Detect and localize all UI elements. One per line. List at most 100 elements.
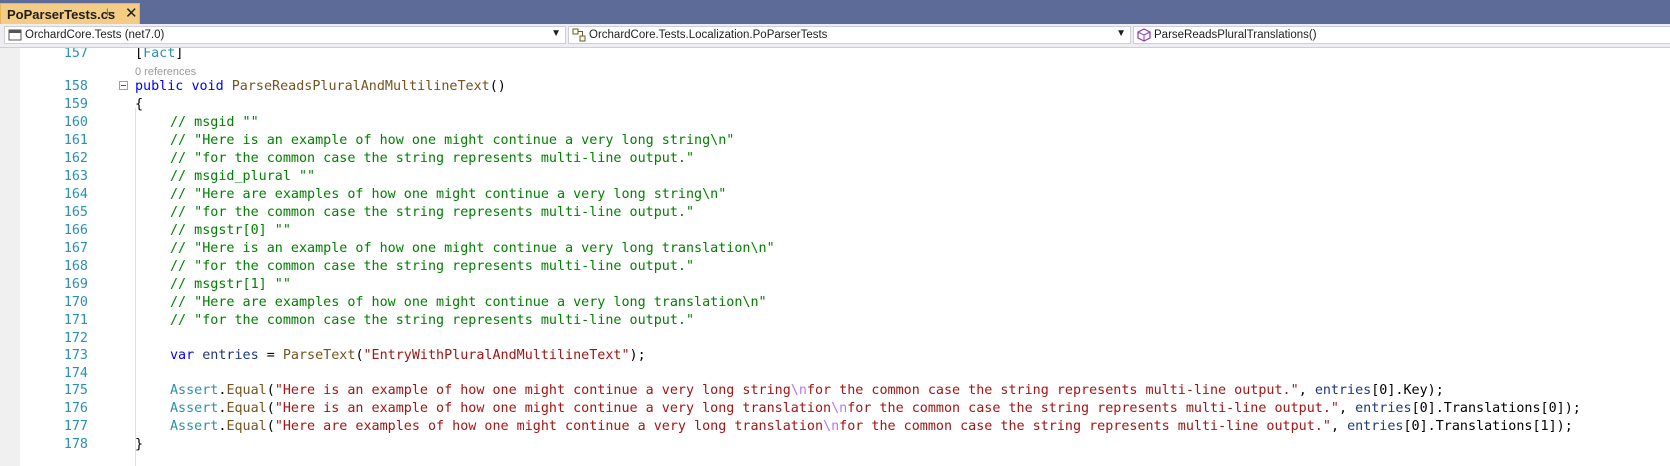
code-line-175: 175 Assert.Equal("Here is an example of … bbox=[0, 383, 1670, 402]
code-line-158: 158 public void ParseReadsPluralAndMulti… bbox=[0, 79, 1670, 98]
method-name: ParseReadsPluralAndMultilineText bbox=[231, 79, 490, 94]
line-number: 172 bbox=[63, 331, 88, 346]
code-line-168: 168 // "for the common case the string r… bbox=[0, 259, 1670, 278]
code-line-164: 164 // "Here are examples of how one mig… bbox=[0, 187, 1670, 206]
code-line-159: 159 { bbox=[0, 97, 1670, 116]
line-number: 169 bbox=[63, 277, 88, 292]
line-number: 178 bbox=[63, 437, 88, 452]
codelens-references[interactable]: 0 references bbox=[135, 66, 196, 78]
member-dropdown[interactable]: ParseReadsPluralTranslations() bbox=[1133, 26, 1670, 44]
punctuation: , bbox=[1330, 419, 1348, 434]
punctuation: , bbox=[1339, 401, 1356, 416]
chevron-down-icon: ▼ bbox=[1116, 28, 1126, 39]
method-name: Equal bbox=[226, 419, 267, 434]
code-line-170: 170 // "Here are examples of how one mig… bbox=[0, 295, 1670, 314]
line-number: 174 bbox=[63, 366, 88, 381]
attribute-name: Fact bbox=[143, 48, 176, 61]
collapse-toggle-icon[interactable] bbox=[119, 81, 128, 90]
variable: entries bbox=[1314, 383, 1372, 398]
comment: // "for the common case the string repre… bbox=[170, 313, 695, 328]
type-dropdown[interactable]: OrchardCore.Tests.Localization.PoParserT… bbox=[568, 26, 1131, 44]
open-brace: { bbox=[135, 97, 144, 112]
line-number: 175 bbox=[63, 383, 88, 398]
code-line-165: 165 // "for the common case the string r… bbox=[0, 205, 1670, 224]
variable: entries bbox=[202, 348, 259, 363]
project-label: OrchardCore.Tests (net7.0) bbox=[25, 29, 165, 41]
code-line-162: 162 // "for the common case the string r… bbox=[0, 151, 1670, 170]
string-literal: "EntryWithPluralAndMultilineText" bbox=[363, 348, 630, 363]
punctuation: ( bbox=[266, 401, 275, 416]
type-label: OrchardCore.Tests.Localization.PoParserT… bbox=[589, 29, 828, 41]
escape-sequence: \n bbox=[823, 419, 840, 434]
tab-title: PoParserTests.cs bbox=[7, 7, 116, 22]
csharp-project-icon bbox=[8, 29, 22, 41]
line-number: 158 bbox=[63, 79, 88, 94]
line-number: 167 bbox=[63, 241, 88, 256]
line-number: 176 bbox=[63, 401, 88, 416]
code-editor[interactable]: 157 [Fact] 0 references 158 public void … bbox=[0, 48, 1670, 466]
keyword: void bbox=[191, 79, 224, 94]
code-line-161: 161 // "Here is an example of how one mi… bbox=[0, 133, 1670, 152]
punctuation: ( bbox=[355, 348, 364, 363]
comment: // msgid_plural "" bbox=[170, 169, 316, 184]
close-brace: } bbox=[135, 437, 144, 452]
line-number: 157 bbox=[63, 48, 88, 61]
comment: // "Here are examples of how one might c… bbox=[170, 295, 767, 310]
comment: // "for the common case the string repre… bbox=[170, 205, 695, 220]
line-number: 159 bbox=[63, 97, 88, 112]
string-literal: for the common case the string represent… bbox=[839, 419, 1331, 434]
document-tab-poparsertests[interactable]: PoParserTests.cs ⊢ ✕ bbox=[0, 3, 140, 24]
comment: // "for the common case the string repre… bbox=[170, 151, 695, 166]
code-line-166: 166 // msgstr[0] "" bbox=[0, 223, 1670, 242]
punctuation: ( bbox=[266, 383, 275, 398]
keyword: var bbox=[170, 348, 195, 363]
line-number: 170 bbox=[63, 295, 88, 310]
code-line-171: 171 // "for the common case the string r… bbox=[0, 313, 1670, 332]
type-name: Assert bbox=[170, 419, 219, 434]
punctuation: [0].Translations[0]); bbox=[1411, 401, 1581, 416]
comment: // "for the common case the string repre… bbox=[170, 259, 695, 274]
punctuation: ( bbox=[266, 419, 275, 434]
code-line-173: 173 var entries = ParseText("EntryWithPl… bbox=[0, 348, 1670, 367]
method-name: ParseText bbox=[282, 348, 356, 363]
code-line-167: 167 // "Here is an example of how one mi… bbox=[0, 241, 1670, 260]
punctuation: [0].Key); bbox=[1371, 383, 1444, 398]
variable: entries bbox=[1347, 419, 1404, 434]
code-line-178: 178 } bbox=[0, 437, 1670, 456]
comment: // "Here is an example of how one might … bbox=[170, 133, 735, 148]
line-number: 162 bbox=[63, 151, 88, 166]
punctuation: ); bbox=[629, 348, 646, 363]
document-tab-bar: PoParserTests.cs ⊢ ✕ bbox=[0, 0, 1670, 24]
close-icon[interactable]: ✕ bbox=[125, 4, 138, 22]
string-literal: "Here are examples of how one might cont… bbox=[274, 419, 824, 434]
comment: // msgstr[1] "" bbox=[170, 277, 291, 292]
string-literal: for the common case the string represent… bbox=[847, 401, 1339, 416]
method-name: Equal bbox=[226, 401, 267, 416]
class-icon bbox=[572, 28, 586, 42]
code-line-177: 177 Assert.Equal("Here are examples of h… bbox=[0, 419, 1670, 438]
comment: // "Here is an example of how one might … bbox=[170, 241, 775, 256]
code-line-176: 176 Assert.Equal("Here is an example of … bbox=[0, 401, 1670, 420]
code-line-169: 169 // msgstr[1] "" bbox=[0, 277, 1670, 296]
escape-sequence: \n bbox=[831, 401, 848, 416]
type-name: Assert bbox=[170, 401, 219, 416]
string-literal: for the common case the string represent… bbox=[806, 383, 1299, 398]
member-label: ParseReadsPluralTranslations() bbox=[1154, 29, 1317, 41]
code-line-163: 163 // msgid_plural "" bbox=[0, 169, 1670, 188]
line-number: 173 bbox=[63, 348, 88, 363]
string-literal: "Here is an example of how one might con… bbox=[274, 383, 791, 398]
line-number: 161 bbox=[63, 133, 88, 148]
navigation-bar: OrchardCore.Tests (net7.0) ▼ OrchardCore… bbox=[0, 24, 1670, 48]
comment: // msgid "" bbox=[170, 115, 259, 130]
punctuation: = bbox=[258, 348, 283, 363]
chevron-down-icon: ▼ bbox=[551, 28, 561, 39]
project-dropdown[interactable]: OrchardCore.Tests (net7.0) ▼ bbox=[4, 26, 566, 44]
pin-icon[interactable]: ⊢ bbox=[106, 6, 116, 19]
punctuation: , bbox=[1298, 383, 1315, 398]
method-icon bbox=[1137, 28, 1151, 42]
code-line-157: 157 [Fact] bbox=[0, 48, 1670, 65]
variable: entries bbox=[1355, 401, 1412, 416]
line-number: 163 bbox=[63, 169, 88, 184]
line-number: 177 bbox=[63, 419, 88, 434]
comment: // "Here are examples of how one might c… bbox=[170, 187, 727, 202]
